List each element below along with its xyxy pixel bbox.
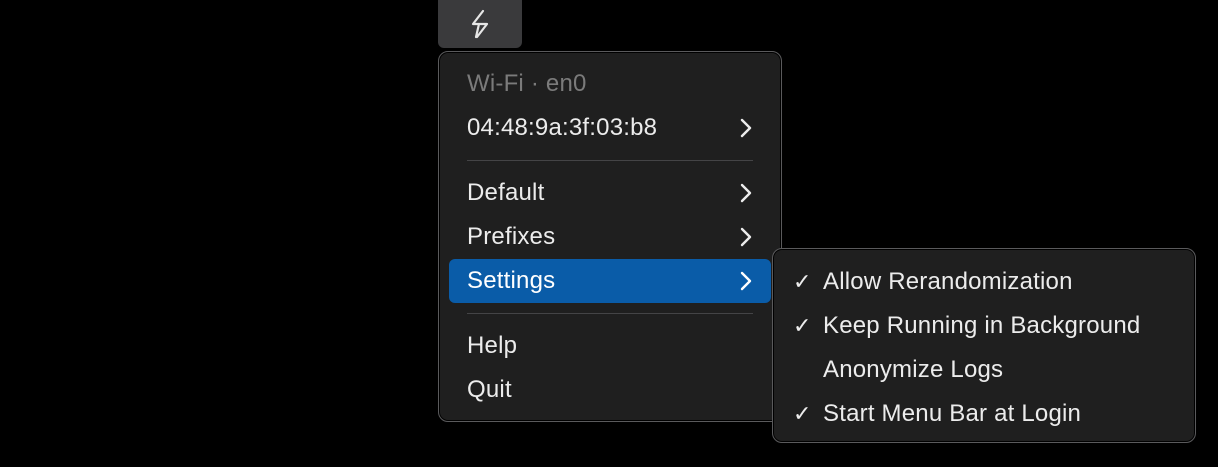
checkmark-icon: ✓ — [793, 269, 812, 294]
menu-item-label: Default — [467, 179, 545, 206]
separator — [467, 313, 753, 314]
checkmark-icon: ✓ — [793, 313, 812, 338]
setting-label: Anonymize Logs — [823, 356, 1004, 383]
settings-submenu: ✓ Allow Rerandomization ✓ Keep Running i… — [772, 248, 1196, 443]
setting-label: Allow Rerandomization — [823, 268, 1073, 295]
lightning-bolt-icon — [467, 9, 493, 39]
setting-start-menu-bar-at-login[interactable]: ✓ Start Menu Bar at Login — [781, 392, 1187, 436]
chevron-right-icon — [739, 183, 753, 203]
menu-item-label: Help — [467, 332, 518, 359]
setting-anonymize-logs[interactable]: Anonymize Logs — [781, 348, 1187, 392]
setting-keep-running-in-background[interactable]: ✓ Keep Running in Background — [781, 304, 1187, 348]
menubar-status-item[interactable] — [438, 0, 522, 48]
menu-item-settings[interactable]: Settings — [449, 259, 771, 303]
menu-item-label: Quit — [467, 376, 512, 403]
setting-allow-rerandomization[interactable]: ✓ Allow Rerandomization — [781, 260, 1187, 304]
menu-item-mac-address[interactable]: 04:48:9a:3f:03:b8 — [449, 106, 771, 150]
main-dropdown-menu: Wi-Fi · en0 04:48:9a:3f:03:b8 Default Pr… — [438, 51, 782, 422]
checkmark-icon: ✓ — [793, 401, 812, 426]
chevron-right-icon — [739, 271, 753, 291]
separator — [467, 160, 753, 161]
mac-address-label: 04:48:9a:3f:03:b8 — [467, 114, 658, 141]
chevron-right-icon — [739, 227, 753, 247]
setting-label: Keep Running in Background — [823, 312, 1141, 339]
menu-item-prefixes[interactable]: Prefixes — [449, 215, 771, 259]
menu-item-label: Prefixes — [467, 223, 556, 250]
menu-item-label: Settings — [467, 267, 556, 294]
chevron-right-icon — [739, 118, 753, 138]
setting-label: Start Menu Bar at Login — [823, 400, 1082, 427]
interface-header: Wi-Fi · en0 — [449, 62, 771, 106]
screen: Wi-Fi · en0 04:48:9a:3f:03:b8 Default Pr… — [0, 0, 1218, 467]
menu-item-default[interactable]: Default — [449, 171, 771, 215]
menu-item-help[interactable]: Help — [449, 324, 771, 368]
interface-header-label: Wi-Fi · en0 — [467, 70, 587, 97]
menu-item-quit[interactable]: Quit — [449, 368, 771, 412]
